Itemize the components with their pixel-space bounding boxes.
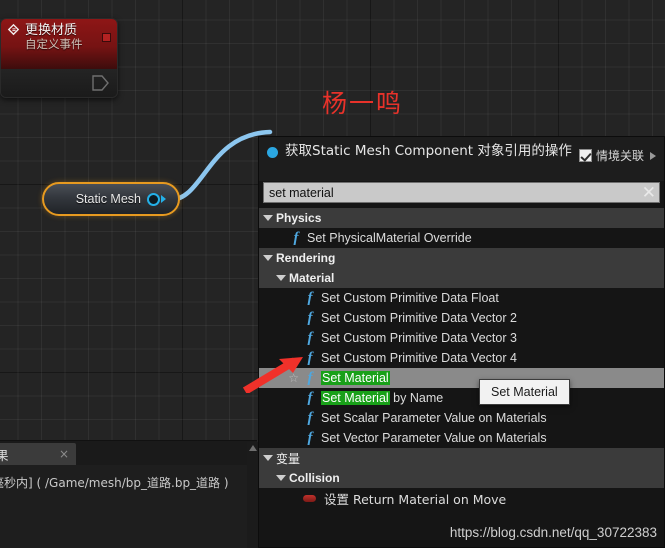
search-row: ✕ [263, 182, 660, 203]
menu-item[interactable]: f Set Custom Primitive Data Vector 2 [259, 308, 664, 328]
bottom-panel-tab-label: 果 [0, 447, 9, 463]
search-match-highlight: Set Material [321, 391, 390, 405]
bottom-panel-log-line: 毫秒内] ( /Game/mesh/bp_道路.bp_道路 ) [0, 476, 229, 490]
static-mesh-label: Static Mesh [75, 192, 141, 206]
pin-arrow-icon [161, 195, 166, 203]
context-menu-title: 获取Static Mesh Component 对象引用的操作 [285, 143, 572, 159]
menu-item[interactable]: f Set Material by Name [259, 388, 664, 408]
menu-category-label: Physics [276, 211, 322, 225]
menu-category-label: Rendering [276, 251, 336, 265]
menu-category-collision[interactable]: Collision [259, 468, 664, 488]
triangle-expanded-icon[interactable] [263, 455, 273, 461]
menu-category-label: Material [289, 271, 335, 285]
object-type-dot-icon [267, 147, 278, 158]
triangle-expanded-icon[interactable] [276, 475, 286, 481]
function-f-icon: f [307, 309, 313, 326]
function-f-icon: f [307, 329, 313, 346]
menu-item[interactable]: 设置 Return Material on Move [259, 488, 664, 508]
triangle-expanded-icon[interactable] [263, 255, 273, 261]
blueprint-editor-screen: 更换材质 自定义事件 Static Mesh 杨一鸣 获取Static Mesh… [0, 0, 665, 548]
menu-item-label: Set Vector Parameter Value on Materials [321, 431, 547, 445]
menu-item[interactable]: f Set Scalar Parameter Value on Materials [259, 408, 664, 428]
event-node-subtitle: 自定义事件 [25, 39, 83, 51]
annotation-author-text: 杨一鸣 [322, 89, 404, 118]
variable-pill-icon [303, 494, 316, 502]
search-input[interactable] [263, 182, 660, 203]
context-sensitive-toggle[interactable]: 情境关联 [578, 147, 658, 164]
chevron-right-icon[interactable] [650, 151, 656, 160]
function-f-icon: f [307, 409, 313, 426]
menu-item[interactable]: f Set Custom Primitive Data Vector 4 [259, 348, 664, 368]
function-f-icon: f [307, 389, 313, 406]
menu-category-label: 变量 [276, 451, 301, 466]
function-f-icon: f [307, 349, 313, 366]
watermark: https://blog.csdn.net/qq_30722383 [449, 525, 657, 540]
menu-item[interactable]: f Set Custom Primitive Data Float [259, 288, 664, 308]
function-f-icon: f [307, 429, 313, 446]
menu-category-label: Collision [289, 471, 340, 485]
bottom-panel-scrollbar[interactable] [247, 442, 258, 548]
menu-item-label: Set Material by Name [321, 391, 444, 405]
menu-item[interactable]: f Set Custom Primitive Data Vector 3 [259, 328, 664, 348]
delete-pin[interactable] [102, 33, 111, 42]
menu-item[interactable]: f Set Vector Parameter Value on Materials [259, 428, 664, 448]
function-f-icon: f [307, 289, 313, 306]
menu-item-label: Set Custom Primitive Data Vector 4 [321, 351, 517, 365]
menu-item[interactable]: f Set PhysicalMaterial Override [259, 228, 664, 248]
menu-item-label: Set Custom Primitive Data Vector 3 [321, 331, 517, 345]
checkbox-checked-icon[interactable] [578, 149, 592, 162]
menu-category-变量[interactable]: 变量 [259, 448, 664, 468]
function-f-icon: f [307, 369, 313, 386]
node-static-mesh[interactable]: Static Mesh [42, 182, 180, 216]
bottom-panel-tabstrip: 果 × [0, 441, 257, 465]
menu-item-label: Set Custom Primitive Data Float [321, 291, 499, 305]
menu-category-material[interactable]: Material [259, 268, 664, 288]
node-custom-event[interactable]: 更换材质 自定义事件 [0, 18, 118, 98]
clear-search-icon[interactable]: ✕ [642, 183, 656, 202]
menu-item-indent: ☆ [259, 372, 303, 384]
context-sensitive-label: 情境关联 [595, 149, 644, 163]
function-f-icon: f [293, 229, 299, 246]
triangle-expanded-icon[interactable] [263, 215, 273, 221]
menu-category-physics[interactable]: Physics [259, 208, 664, 228]
scroll-up-icon[interactable] [248, 445, 257, 451]
event-node-title: 更换材质 [25, 22, 78, 37]
event-diamond-icon [7, 23, 20, 36]
event-node-body [1, 69, 117, 97]
menu-category-rendering[interactable]: Rendering [259, 248, 664, 268]
bottom-panel-tab[interactable]: 果 × [0, 443, 76, 465]
menu-item-label: Set Material [321, 371, 390, 385]
context-menu-header: 获取Static Mesh Component 对象引用的操作 情境关联 [259, 137, 664, 181]
favorite-star-icon[interactable]: ☆ [288, 372, 299, 384]
blueprint-context-menu[interactable]: 获取Static Mesh Component 对象引用的操作 情境关联 ✕ P… [258, 136, 665, 548]
event-node-title-bar: 更换材质 自定义事件 [1, 19, 117, 69]
menu-item[interactable]: ☆ f Set Material [259, 368, 664, 388]
menu-item-label: Set Scalar Parameter Value on Materials [321, 411, 547, 425]
bottom-log-panel: 果 × 毫秒内] ( /Game/mesh/bp_道路.bp_道路 ) [0, 440, 257, 548]
menu-item-label: Set Custom Primitive Data Vector 2 [321, 311, 517, 325]
search-match-highlight: Set Material [321, 371, 390, 385]
exec-output-pin[interactable] [91, 75, 111, 91]
close-icon[interactable]: × [59, 447, 69, 461]
menu-item-label: 设置 Return Material on Move [324, 491, 507, 507]
triangle-expanded-icon[interactable] [276, 275, 286, 281]
tooltip: Set Material [479, 379, 570, 405]
menu-item-label: Set PhysicalMaterial Override [307, 231, 472, 245]
context-menu-list[interactable]: Physics f Set PhysicalMaterial Override Ren… [259, 208, 664, 547]
object-reference-pin[interactable] [147, 192, 160, 206]
